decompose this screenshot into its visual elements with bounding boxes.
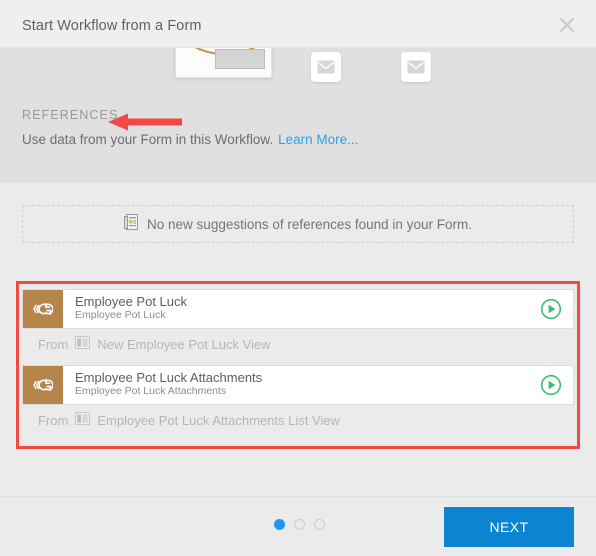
pagination-dots (274, 519, 325, 530)
reference-text-block: Employee Pot Luck Attachments Employee P… (63, 366, 529, 404)
reference-source-row: From New Employee Pot Luck View (16, 329, 580, 359)
reference-name: Employee Pot Luck (75, 294, 188, 309)
workflow-reference-icon (23, 366, 63, 404)
no-suggestions-text: No new suggestions of references found i… (147, 216, 472, 232)
pagination-dot-2[interactable] (294, 519, 305, 530)
reference-name: Employee Pot Luck Attachments (75, 370, 263, 385)
workflow-reference-icon (23, 290, 63, 328)
play-icon[interactable] (529, 366, 573, 404)
close-icon[interactable] (552, 10, 582, 40)
reference-text-block: Employee Pot Luck Employee Pot Luck (63, 290, 529, 328)
references-subtitle: Use data from your Form in this Workflow… (22, 132, 358, 147)
form-document-icon (124, 213, 139, 235)
email-step-card-1[interactable] (311, 52, 341, 82)
from-view-name: Employee Pot Luck Attachments List View (97, 412, 340, 428)
dialog-title: Start Workflow from a Form (22, 18, 202, 34)
from-label: From (38, 412, 69, 428)
annotation-arrow-icon (108, 113, 182, 136)
pagination-dot-3[interactable] (314, 519, 325, 530)
reference-description: Employee Pot Luck (75, 309, 166, 321)
references-list: Employee Pot Luck Employee Pot Luck From… (16, 283, 580, 435)
from-label: From (38, 336, 69, 352)
reference-source-row: From Employee Pot Luck Attachments List … (16, 405, 580, 435)
no-suggestions-box: No new suggestions of references found i… (22, 205, 574, 243)
form-field-placeholder (215, 49, 265, 69)
list-item: Employee Pot Luck Employee Pot Luck From… (16, 289, 580, 359)
list-item: Employee Pot Luck Attachments Employee P… (16, 365, 580, 435)
play-icon[interactable] (529, 290, 573, 328)
dialog-header: Start Workflow from a Form (0, 0, 596, 48)
list-view-icon (75, 336, 91, 352)
next-button[interactable]: NEXT (444, 507, 574, 547)
pagination-dot-1[interactable] (274, 519, 285, 530)
reference-description: Employee Pot Luck Attachments (75, 385, 227, 397)
from-view-name: New Employee Pot Luck View (97, 336, 271, 352)
form-card-preview[interactable] (175, 48, 272, 78)
list-view-icon (75, 412, 91, 428)
references-heading: REFERENCES (22, 108, 119, 122)
reference-row[interactable]: Employee Pot Luck Attachments Employee P… (22, 365, 574, 405)
reference-row[interactable]: Employee Pot Luck Employee Pot Luck (22, 289, 574, 329)
dialog-footer: NEXT (0, 496, 596, 556)
learn-more-link[interactable]: Learn More... (278, 132, 358, 147)
email-step-card-2[interactable] (401, 52, 431, 82)
